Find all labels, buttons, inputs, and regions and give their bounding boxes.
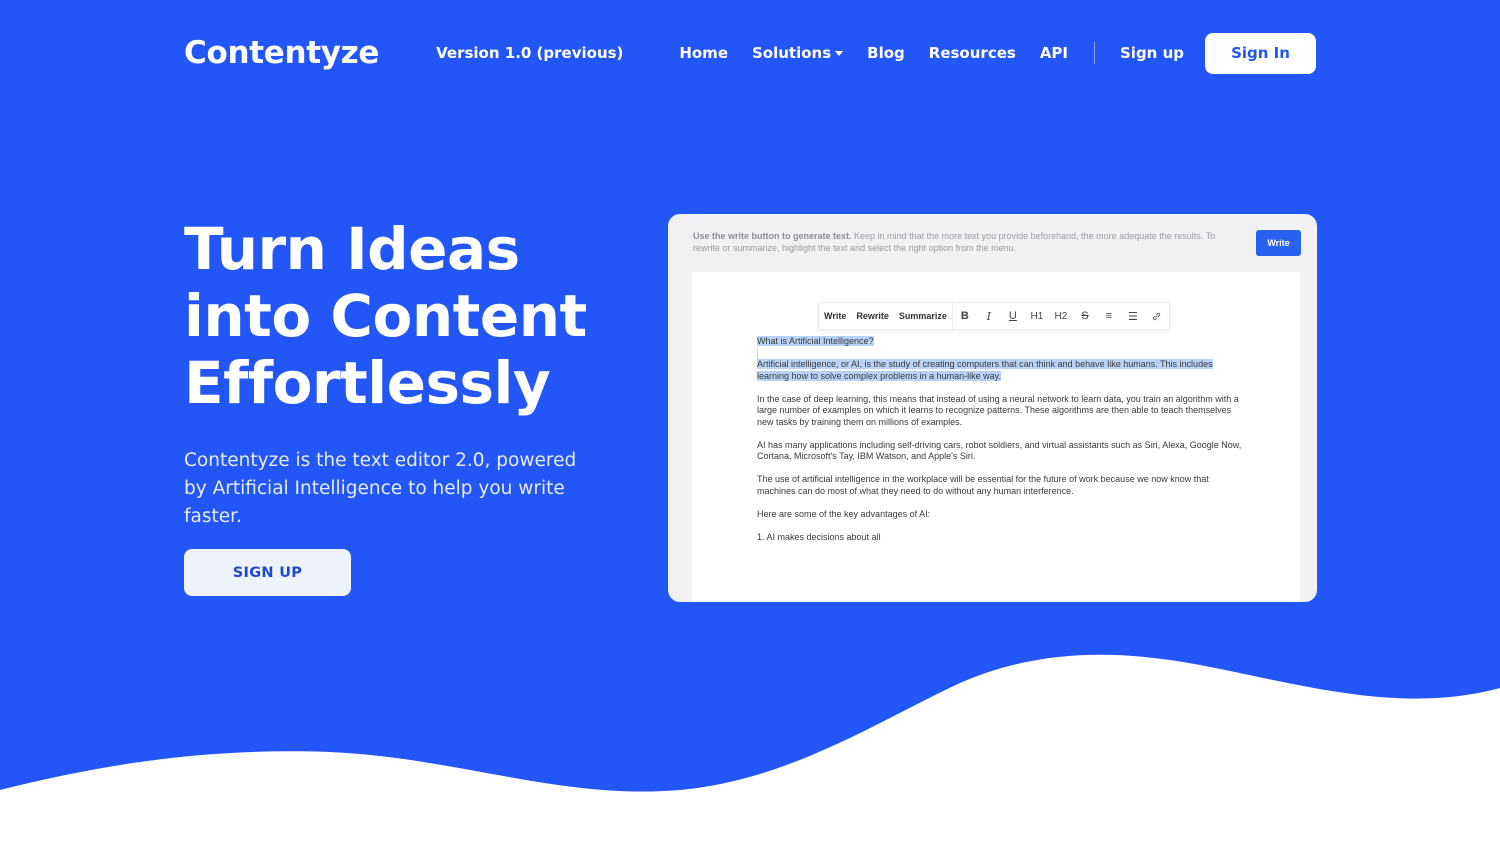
doc-paragraph: Artificial intelligence, or AI, is the s… <box>757 359 1213 381</box>
signup-cta-button[interactable]: SIGN UP <box>184 549 351 596</box>
top-nav: Contentyze Version 1.0 (previous) Home S… <box>184 32 1316 74</box>
doc-paragraph: In the case of deep learning, this means… <box>757 393 1239 427</box>
toolbar-write[interactable]: Write <box>819 303 851 329</box>
toolbar-summarize[interactable]: Summarize <box>894 303 952 329</box>
italic-icon[interactable]: I <box>977 303 1001 329</box>
hero-title-line: Effortlessly <box>184 349 551 417</box>
link-icon-glyph <box>1153 312 1161 320</box>
hero-title-line: into Content <box>184 282 587 350</box>
nav-home[interactable]: Home <box>679 44 728 62</box>
version-link[interactable]: Version 1.0 (previous) <box>436 44 623 62</box>
heading1-icon[interactable]: H1 <box>1025 303 1049 329</box>
strikethrough-icon[interactable]: S <box>1073 303 1097 329</box>
link-icon[interactable] <box>1145 303 1169 329</box>
write-button[interactable]: Write <box>1256 230 1301 256</box>
underline-icon[interactable]: U <box>1001 303 1025 329</box>
selection-gap <box>757 347 758 359</box>
doc-paragraph: Here are some of the key advantages of A… <box>757 508 931 519</box>
hero-subtitle: Contentyze is the text editor 2.0, power… <box>184 450 577 527</box>
format-toolbar: Write Rewrite Summarize B I U H1 H2 S ≡ … <box>818 302 1170 330</box>
ordered-list-icon[interactable]: ≡ <box>1097 303 1121 329</box>
signin-button[interactable]: Sign In <box>1205 32 1316 74</box>
toolbar-rewrite[interactable]: Rewrite <box>851 303 894 329</box>
nav-solutions-label: Solutions <box>752 44 832 62</box>
hero-title: Turn Ideas into Content Effortlessly <box>184 216 644 417</box>
doc-paragraph: 1. AI makes decisions about all <box>757 531 881 542</box>
nav-api[interactable]: API <box>1040 44 1068 62</box>
bold-icon[interactable]: B <box>953 303 977 329</box>
logo[interactable]: Contentyze <box>184 35 379 71</box>
nav-signup[interactable]: Sign up <box>1120 44 1184 62</box>
document-body: What is Artificial Intelligence? Artific… <box>757 336 1247 555</box>
doc-paragraph: AI has many applications including self-… <box>757 439 1242 462</box>
heading2-icon[interactable]: H2 <box>1049 303 1073 329</box>
nav-resources[interactable]: Resources <box>929 44 1016 62</box>
chevron-down-icon <box>835 50 844 56</box>
doc-heading: What is Artificial Intelligence? <box>757 336 874 346</box>
editor-preview: Use the write button to generate text. K… <box>668 214 1317 602</box>
nav-links: Home Solutions Blog Resources API Sign u… <box>679 32 1316 74</box>
editor-hint-bold: Use the write button to generate text. <box>693 231 852 241</box>
editor-hint: Use the write button to generate text. K… <box>693 231 1233 254</box>
editor-document[interactable]: Write Rewrite Summarize B I U H1 H2 S ≡ … <box>692 272 1300 602</box>
nav-blog[interactable]: Blog <box>867 44 905 62</box>
nav-solutions[interactable]: Solutions <box>752 44 844 62</box>
hero-title-line: Turn Ideas <box>184 215 520 283</box>
nav-divider <box>1094 42 1095 64</box>
bullet-list-icon[interactable]: ☰ <box>1121 303 1145 329</box>
doc-paragraph: The use of artificial intelligence in th… <box>757 474 1209 496</box>
